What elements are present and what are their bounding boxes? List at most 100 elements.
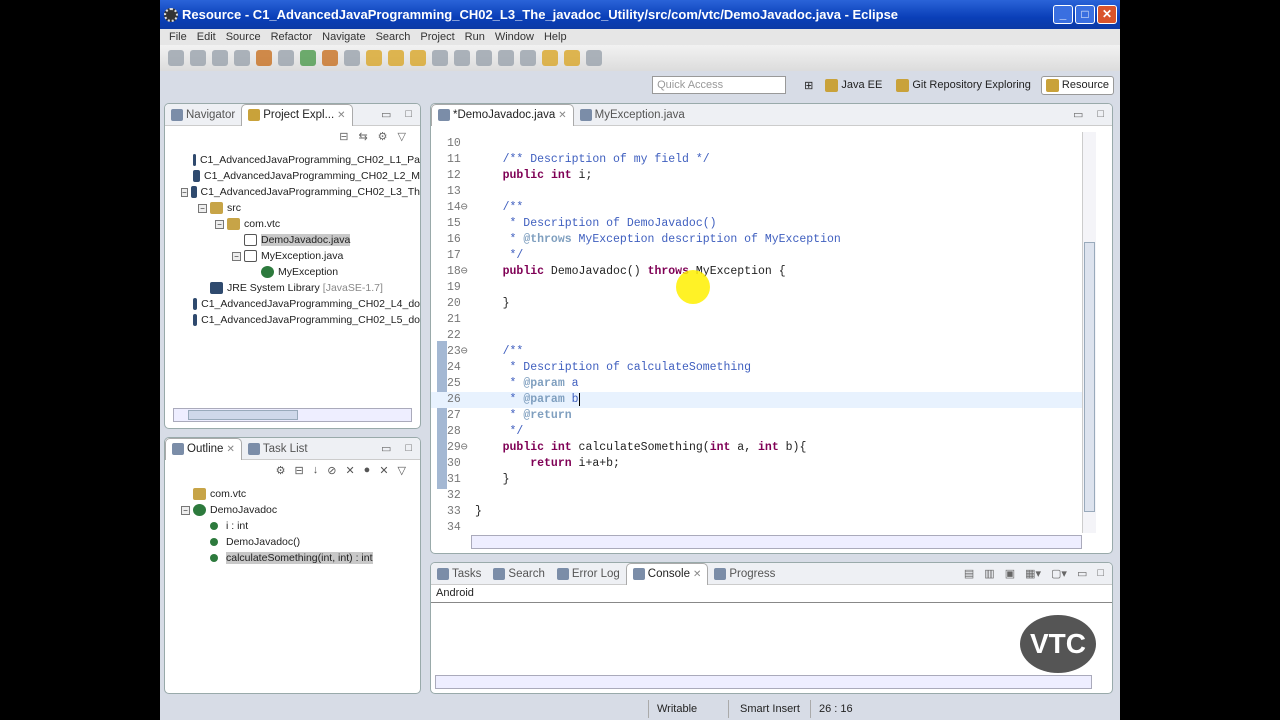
maximize-icon[interactable]: □ [405,108,412,121]
tab-progress[interactable]: Progress [708,563,781,585]
tree-item[interactable]: C1_AdvancedJavaProgramming_CH02_L5_do [181,312,420,328]
tree-item[interactable]: C1_AdvancedJavaProgramming_CH02_L4_do [181,296,420,312]
code-line[interactable]: 34 [431,520,1082,536]
code-line[interactable]: 29⊖ public int calculateSomething(int a,… [431,440,1082,456]
collapse-toggle-icon[interactable]: − [181,505,190,515]
open-perspective-icon[interactable]: ⊞ [804,79,813,92]
collapse-toggle-icon[interactable]: − [181,187,188,197]
code-line[interactable]: 15 * Description of DemoJavadoc() [431,216,1082,232]
hide-fields-icon[interactable]: ⊘ [327,464,336,482]
menu-run[interactable]: Run [460,29,490,45]
code-line[interactable]: 19 [431,280,1082,296]
code-line[interactable]: 32 [431,488,1082,504]
code-line[interactable]: 27 * @return [431,408,1082,424]
toolbar-icon[interactable] [388,50,404,66]
maximize-icon[interactable]: □ [1097,108,1104,121]
code-line[interactable]: 21 [431,312,1082,328]
tab-search[interactable]: Search [487,563,550,585]
scroll-lock-icon[interactable]: ▥ [984,567,994,580]
pin-console-icon[interactable]: ▣ [1005,567,1015,580]
toolbar-icon[interactable] [322,50,338,66]
code-line[interactable]: 26 * @param b [431,392,1082,408]
toolbar-icon[interactable] [454,50,470,66]
clear-console-icon[interactable]: ▤ [964,567,974,580]
toolbar-icon[interactable] [432,50,448,66]
tab-task-list[interactable]: Task List [242,438,314,460]
tab-console[interactable]: Console ✕ [625,563,709,585]
tree-item[interactable]: JRE System Library [JavaSE-1.7] [181,280,420,296]
code-line[interactable]: 31 } [431,472,1082,488]
toolbar-icon[interactable] [344,50,360,66]
link-editor-icon[interactable]: ⇆ [358,130,367,148]
minimize-button[interactable]: _ [1053,5,1073,24]
toolbar-icon[interactable] [234,50,250,66]
toolbar-icon[interactable] [410,50,426,66]
menu-project[interactable]: Project [415,29,459,45]
tree-item[interactable]: − C1_AdvancedJavaProgramming_CH02_L3_Th [181,184,420,200]
code-line[interactable]: 17 */ [431,248,1082,264]
toolbar-icon[interactable] [498,50,514,66]
close-icon[interactable]: ✕ [693,569,701,580]
tree-item[interactable]: MyException [181,264,420,280]
menu-refactor[interactable]: Refactor [266,29,318,45]
hide-static-icon[interactable]: ✕ [345,464,354,482]
toolbar-icon[interactable] [256,50,272,66]
toolbar-icon[interactable] [190,50,206,66]
toolbar-icon[interactable] [366,50,382,66]
toolbar-icon[interactable] [542,50,558,66]
filter-icon[interactable]: ⚙ [378,130,388,148]
tree-item[interactable]: − src [181,200,420,216]
code-line[interactable]: 11 /** Description of my field */ [431,152,1082,168]
display-console-icon[interactable]: ▦▾ [1025,567,1041,580]
menu-file[interactable]: File [164,29,192,45]
tab-error-log[interactable]: Error Log [551,563,626,585]
toolbar-icon[interactable] [564,50,580,66]
code-line[interactable]: 30 return i+a+b; [431,456,1082,472]
menu-navigate[interactable]: Navigate [317,29,370,45]
tree-item[interactable]: − DemoJavadoc [181,502,420,518]
toolbar-icon[interactable] [168,50,184,66]
tab-tasks[interactable]: Tasks [431,563,487,585]
collapse-toggle-icon[interactable]: − [198,203,207,213]
tree-item[interactable]: calculateSomething(int, int) : int [181,550,420,566]
horizontal-scrollbar[interactable] [471,535,1082,549]
focus-icon[interactable]: ⚙ [276,464,286,482]
collapse-all-icon[interactable]: ⊟ [295,464,304,482]
horizontal-scrollbar[interactable] [173,408,412,422]
minimize-icon[interactable]: ▭ [1073,108,1083,121]
menu-edit[interactable]: Edit [192,29,221,45]
view-menu-icon[interactable]: ▽ [398,464,406,482]
open-console-icon[interactable]: ▢▾ [1051,567,1067,580]
tree-item[interactable]: C1_AdvancedJavaProgramming_CH02_L2_M [181,168,420,184]
horizontal-scrollbar[interactable] [435,675,1092,689]
code-line[interactable]: 10 [431,136,1082,152]
minimize-icon[interactable]: ▭ [381,108,391,121]
code-line[interactable]: 33} [431,504,1082,520]
tree-item[interactable]: i : int [181,518,420,534]
code-editor[interactable]: 10 11 /** Description of my field */12 pu… [431,126,1082,537]
maximize-icon[interactable]: □ [405,442,412,455]
toolbar-icon[interactable] [278,50,294,66]
minimize-icon[interactable]: ▭ [1077,567,1087,580]
maximize-icon[interactable]: □ [1097,567,1104,580]
hide-local-icon[interactable]: ✕ [379,464,388,482]
toolbar-icon[interactable] [586,50,602,66]
code-line[interactable]: 28 */ [431,424,1082,440]
menu-window[interactable]: Window [490,29,539,45]
collapse-all-icon[interactable]: ⊟ [339,130,348,148]
code-line[interactable]: 14⊖ /** [431,200,1082,216]
tree-item[interactable]: com.vtc [181,486,420,502]
code-line[interactable]: 23⊖ /** [431,344,1082,360]
perspective-git-repository-exploring[interactable]: Git Repository Exploring [892,76,1035,95]
hide-nonpublic-icon[interactable]: ● [364,464,371,482]
tab-myexception[interactable]: MyException.java [574,104,691,126]
maximize-button[interactable]: □ [1075,5,1095,24]
toolbar-icon[interactable] [520,50,536,66]
perspective-resource[interactable]: Resource [1040,75,1114,95]
menu-source[interactable]: Source [221,29,266,45]
quick-access-input[interactable]: Quick Access [652,76,787,94]
tree-item[interactable]: DemoJavadoc() [181,534,420,550]
vertical-scrollbar[interactable] [1082,132,1096,533]
tree-item[interactable]: DemoJavadoc.java [181,232,420,248]
tab-outline[interactable]: Outline ✕ [165,438,242,460]
